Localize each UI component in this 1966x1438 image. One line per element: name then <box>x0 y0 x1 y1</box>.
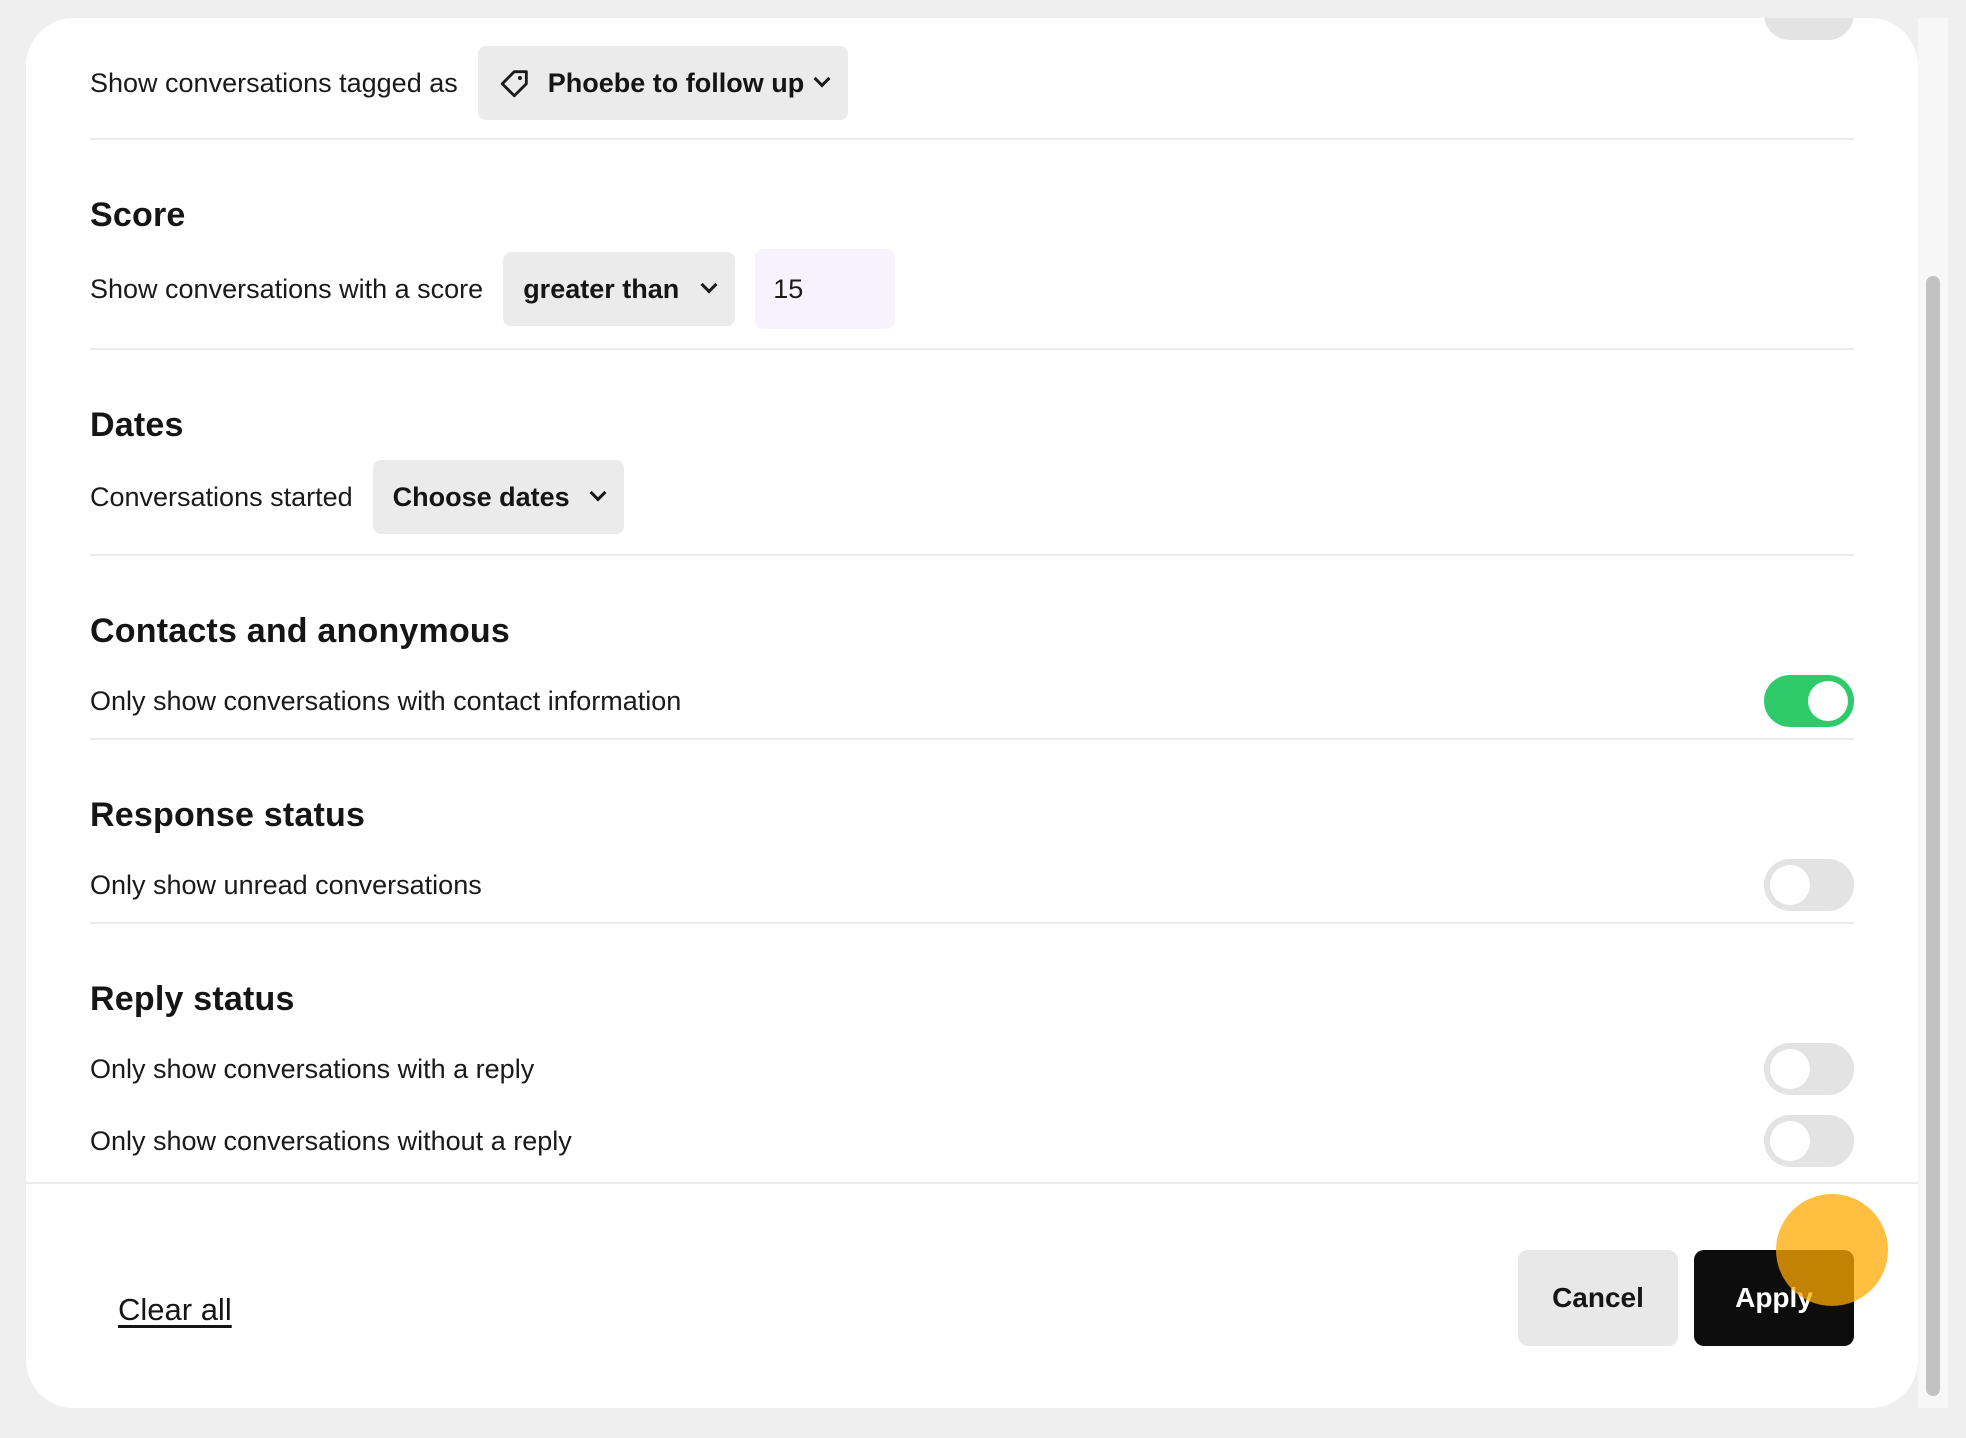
with-reply-toggle[interactable] <box>1764 1043 1854 1095</box>
score-value-input[interactable] <box>755 249 896 329</box>
filter-modal: Show conversations tagged as Phoebe to f… <box>26 18 1918 1408</box>
contacts-row: Only show conversations with contact inf… <box>90 664 1854 738</box>
score-row: Show conversations with a score greater … <box>90 249 1854 329</box>
dates-section: Dates Conversations started Choose dates <box>90 350 1854 556</box>
reply-status-title: Reply status <box>90 980 295 1018</box>
tag-dropdown-value: Phoebe to follow up <box>547 67 805 98</box>
scrollbar-thumb[interactable] <box>1926 276 1940 1396</box>
response-status-title: Response status <box>90 796 366 834</box>
toggle-knob <box>1770 1049 1810 1089</box>
score-label: Show conversations with a score <box>90 273 484 304</box>
score-section: Score Show conversations with a score gr… <box>90 140 1854 350</box>
chevron-down-icon <box>813 70 831 88</box>
chevron-down-icon <box>589 484 607 502</box>
dates-label: Conversations started <box>90 481 353 512</box>
cancel-button[interactable]: Cancel <box>1518 1250 1678 1346</box>
scrollbar[interactable] <box>1918 18 1948 1408</box>
contacts-title: Contacts and anonymous <box>90 612 511 650</box>
tag-icon <box>500 70 528 98</box>
unread-label: Only show unread conversations <box>90 869 482 900</box>
with-reply-label: Only show conversations with a reply <box>90 1053 535 1084</box>
response-status-row: Only show unread conversations <box>90 848 1854 922</box>
toggle-knob <box>1808 681 1848 721</box>
dates-row: Conversations started Choose dates <box>90 460 1854 534</box>
score-operator-value: greater than <box>523 273 680 304</box>
tag-dropdown[interactable]: Phoebe to follow up <box>477 46 849 120</box>
chevron-down-icon <box>700 276 718 294</box>
filter-content: Show conversations tagged as Phoebe to f… <box>26 18 1918 1182</box>
toggle-knob <box>1770 865 1810 905</box>
dates-dropdown-value: Choose dates <box>392 481 570 512</box>
with-reply-row: Only show conversations with a reply <box>90 1032 1854 1106</box>
contact-info-toggle[interactable] <box>1764 675 1854 727</box>
tags-section: Show conversations tagged as Phoebe to f… <box>90 18 1854 140</box>
score-title: Score <box>90 196 186 234</box>
without-reply-row: Only show conversations without a reply <box>90 1104 1854 1178</box>
dates-dropdown[interactable]: Choose dates <box>372 460 624 534</box>
unread-toggle[interactable] <box>1764 859 1854 911</box>
modal-footer: Clear all Cancel Apply <box>26 1182 1918 1408</box>
clear-all-link[interactable]: Clear all <box>118 1292 232 1328</box>
dates-title: Dates <box>90 406 184 444</box>
score-operator-dropdown[interactable]: greater than <box>503 252 736 326</box>
tags-label: Show conversations tagged as <box>90 67 458 98</box>
cursor-highlight <box>1776 1194 1888 1306</box>
without-reply-toggle[interactable] <box>1764 1115 1854 1167</box>
toggle-knob <box>1770 1121 1810 1161</box>
response-status-section: Response status Only show unread convers… <box>90 740 1854 924</box>
contacts-section: Contacts and anonymous Only show convers… <box>90 556 1854 740</box>
reply-status-section: Reply status Only show conversations wit… <box>90 924 1854 1182</box>
contacts-label: Only show conversations with contact inf… <box>90 685 682 716</box>
without-reply-label: Only show conversations without a reply <box>90 1125 572 1156</box>
tags-row: Show conversations tagged as Phoebe to f… <box>90 46 1854 120</box>
